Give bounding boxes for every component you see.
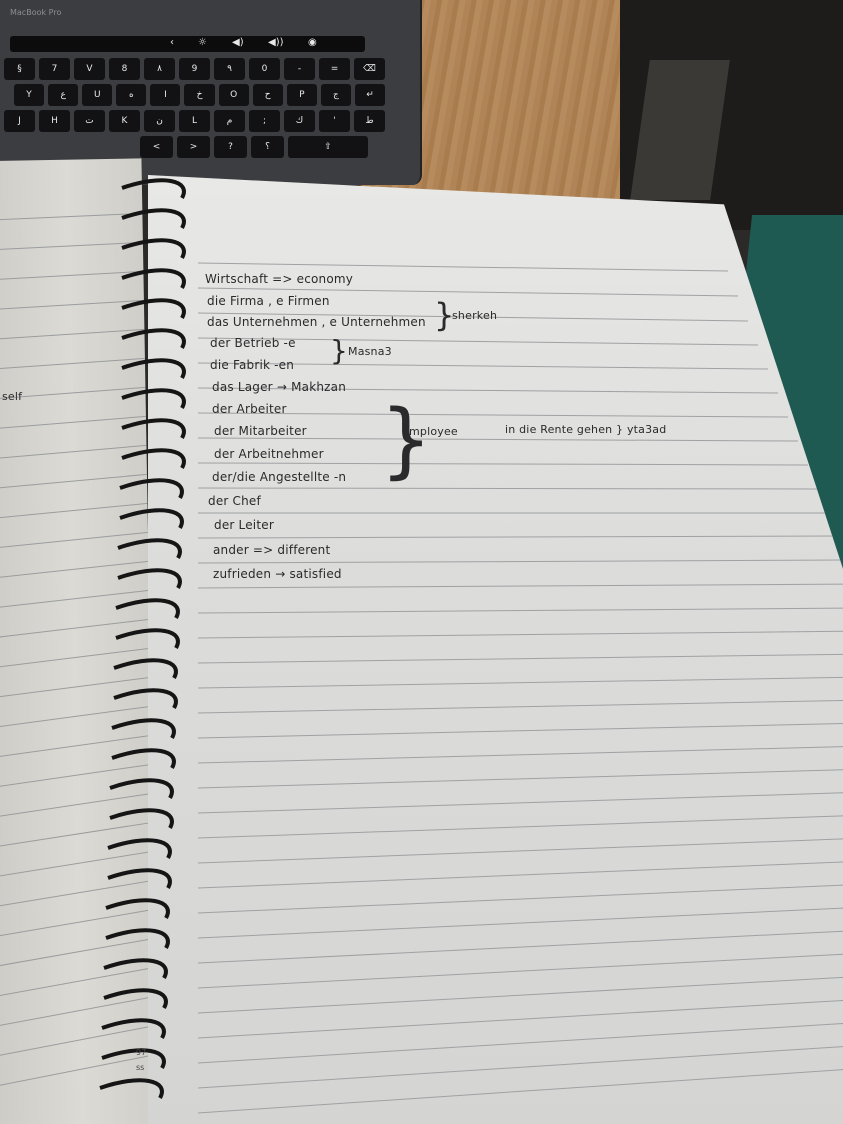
key: - [284, 58, 315, 80]
note-line-5: die Fabrik -en [210, 358, 295, 372]
key: I [150, 84, 181, 106]
laptop: MacBook Pro ‹ ☼ ◀) ◀)) ◉ § 7 V 8 ٨ 9 ٩ 0… [0, 0, 422, 185]
key: ٩ [214, 58, 245, 80]
key: ' [319, 110, 350, 132]
backspace-key: ⌫ [354, 58, 385, 80]
note-employee: employee [402, 425, 458, 438]
key: ح [252, 84, 283, 106]
key: < [140, 136, 173, 158]
factory-brace-icon: } [330, 334, 348, 367]
spine-mark-ss: ss [136, 1063, 144, 1072]
key: ك [284, 110, 315, 132]
note-line-1: Wirtschaft => economy [205, 272, 354, 286]
keyboard-row-2: Y ع U ه I خ O ح P ج ↵ [0, 84, 386, 106]
keyboard-row-4: < > ? ؟ ⇧ [0, 136, 385, 158]
key: V [74, 58, 105, 80]
key: ? [214, 136, 247, 158]
note-line-10: der/die Angestellte -n [212, 470, 347, 484]
key: P [286, 84, 317, 106]
note-sherkeh: sherkeh [452, 309, 498, 322]
touch-bar: ‹ ☼ ◀) ◀)) ◉ [10, 36, 365, 52]
key: ٨ [144, 58, 175, 80]
note-line-3: das Unternehmen , e Unternehmen [207, 315, 426, 329]
keyboard: § 7 V 8 ٨ 9 ٩ 0 - = ⌫ Y ع U ه I خ O ح P … [0, 58, 386, 162]
note-line-9: der Arbeitnehmer [214, 447, 324, 461]
key: > [177, 136, 210, 158]
touchbar-volume-up-icon: ◀)) [268, 37, 284, 48]
key: 9 [179, 58, 210, 80]
key: خ [184, 84, 215, 106]
key: ط [354, 110, 385, 132]
touchbar-siri-icon: ◉ [308, 37, 317, 48]
key: ع [48, 84, 79, 106]
keyboard-row-1: § 7 V 8 ٨ 9 ٩ 0 - = ⌫ [0, 58, 385, 80]
return-key: ↵ [354, 84, 386, 106]
note-retire: in die Rente gehen } yta3ad [505, 423, 667, 436]
key: L [179, 110, 210, 132]
key: § [4, 58, 35, 80]
note-line-2: die Firma , e Firmen [207, 294, 330, 308]
note-line-14: zufrieden → satisfied [213, 567, 342, 581]
key: ؟ [251, 136, 284, 158]
key: 7 [39, 58, 70, 80]
key: H [39, 110, 70, 132]
key: 8 [109, 58, 140, 80]
left-page-margin-note: self [2, 390, 23, 403]
note-line-4: der Betrieb -e [210, 336, 296, 350]
key: O [218, 84, 249, 106]
employee-brace-icon: } [380, 393, 433, 488]
key: J [4, 110, 35, 132]
note-masna3: Masna3 [348, 345, 392, 358]
key: ن [144, 110, 175, 132]
spine-mark-97: 97 [136, 1048, 146, 1057]
key: ج [320, 84, 351, 106]
keyboard-row-3: J H ت K ن L م ; ك ' ط [0, 110, 385, 132]
touchbar-brightness-icon: ☼ [198, 37, 207, 48]
key: ; [249, 110, 280, 132]
key: ت [74, 110, 105, 132]
touchbar-chevron-icon: ‹ [170, 37, 174, 48]
note-line-8: der Mitarbeiter [214, 424, 307, 438]
key: K [109, 110, 140, 132]
note-line-7: der Arbeiter [212, 402, 287, 416]
key: م [214, 110, 245, 132]
note-line-12: der Leiter [214, 518, 274, 532]
note-line-13: ander => different [213, 543, 331, 557]
note-line-6: das Lager → Makhzan [212, 380, 347, 394]
key: 0 [249, 58, 280, 80]
key: ه [116, 84, 147, 106]
shift-key: ⇧ [288, 136, 368, 158]
touchbar-volume-down-icon: ◀) [232, 37, 244, 48]
key: = [319, 58, 350, 80]
key: U [82, 84, 113, 106]
note-line-11: der Chef [208, 494, 261, 508]
laptop-brand-label: MacBook Pro [10, 8, 62, 17]
key: Y [14, 84, 45, 106]
spiral-binding: 97 ss [99, 178, 186, 1099]
photo-scene: MacBook Pro ‹ ☼ ◀) ◀)) ◉ § 7 V 8 ٨ 9 ٩ 0… [0, 0, 843, 1124]
